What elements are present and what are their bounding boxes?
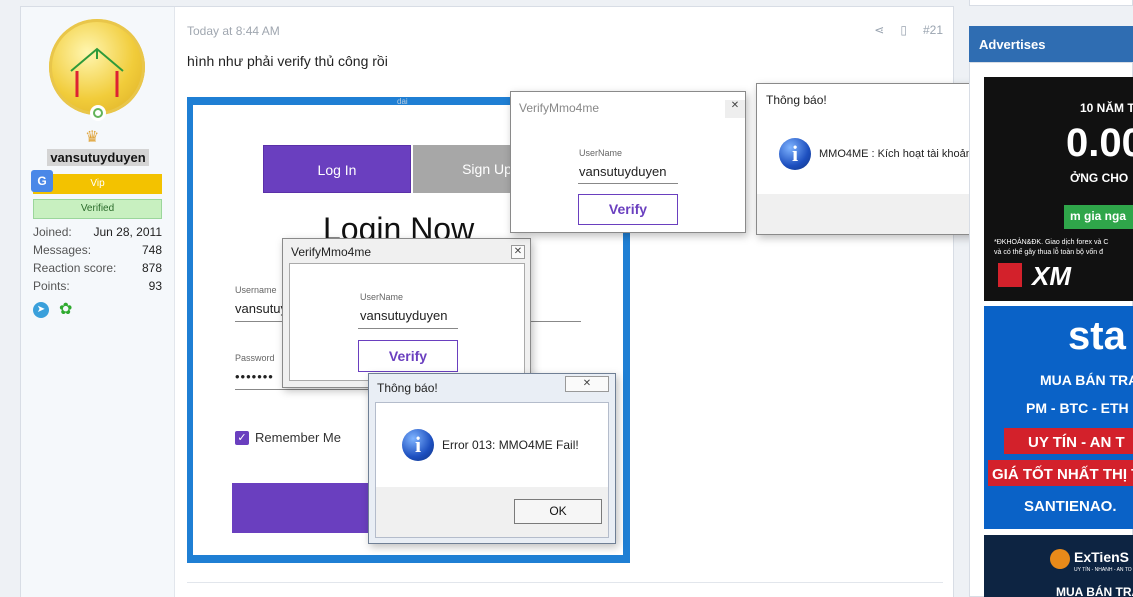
dialog-title: Thông báo! [766, 93, 827, 107]
username-label: Username [235, 285, 277, 295]
stat-value: 93 [148, 279, 162, 293]
checkbox-checked-icon: ✓ [235, 430, 249, 445]
bookmark-icon[interactable]: ▯ [900, 23, 907, 37]
icq-icon[interactable]: ✿ [59, 301, 77, 319]
ad-text: *ĐKHOẢN&ĐK. Giao dịch forex và C [994, 239, 1109, 246]
field-underline [578, 183, 678, 184]
message-text: hình như phải verify thủ công rồi [187, 53, 388, 69]
username-field-label: UserName [360, 292, 404, 302]
translate-icon[interactable]: G [31, 170, 53, 192]
ad-text: ỞNG CHO [1070, 171, 1129, 185]
ad-banner-santienao[interactable]: sta MUA BÁN TRA PM - BTC - ETH UY TÍN - … [984, 306, 1133, 529]
dialog-title: VerifyMmo4me [291, 245, 372, 259]
stat-points: Points: 93 [33, 277, 162, 295]
user-info-column: ♛ vansutuyduyen Vip G Verified Joined: Ju… [21, 7, 175, 597]
xm-logo-icon [998, 263, 1022, 287]
error-dialog: Thông báo! ✕ i Error 013: MMO4ME Fail! O… [368, 373, 616, 544]
avatar-house-icon [70, 47, 124, 97]
ad-banner-xm[interactable]: 10 NĂM TH 0.00 ỞNG CHO m gia nga *ĐKHOẢN… [984, 77, 1133, 301]
stat-reaction-score: Reaction score: 878 [33, 259, 162, 277]
crown-icon: ♛ [85, 129, 100, 146]
close-icon[interactable]: ✕ [511, 245, 525, 259]
user-stats: Joined: Jun 28, 2011 Messages: 748 Reactio… [33, 223, 162, 295]
message-actions: ⋖ ▯ #21 [874, 23, 943, 37]
stat-label: Reaction score: [33, 261, 117, 275]
username-field-label: UserName [579, 148, 623, 158]
ad-text: 0.00 [1066, 121, 1133, 165]
verify-dialog-small: VerifyMmo4me ✕ UserName vansutuyduyen Ve… [282, 238, 531, 388]
ad-banner-extiens[interactable]: ExTienS UY TÍN - NHANH - AN TO MUA BÁN T… [984, 535, 1133, 597]
stat-label: Messages: [33, 243, 92, 257]
ad-text: sta [1068, 314, 1126, 358]
stat-joined: Joined: Jun 28, 2011 [33, 223, 162, 241]
ad-brand: XM [1032, 261, 1071, 291]
stat-messages: Messages: 748 [33, 241, 162, 259]
share-icon[interactable]: ⋖ [874, 23, 884, 37]
ad-text: SANTIENAO. [1024, 498, 1117, 515]
verified-badge: Verified [33, 199, 162, 219]
ad-text: m gia nga [1070, 209, 1127, 223]
ad-text: MUA BÁN TRA [1040, 372, 1133, 388]
advertises-heading: Advertises [969, 26, 1133, 62]
dialog-body: UserName vansutuyduyen Verify [289, 263, 525, 381]
advertises-block: 10 NĂM TH 0.00 ỞNG CHO m gia nga *ĐKHOẢN… [969, 62, 1133, 597]
ok-button[interactable]: OK [514, 499, 602, 524]
error-message: Error 013: MMO4ME Fail! [442, 438, 579, 452]
post-number[interactable]: #21 [923, 23, 943, 37]
password-value: ••••••• [235, 369, 274, 384]
info-icon: i [779, 138, 811, 170]
dialog-title: Thông báo! [377, 381, 438, 395]
verify-button[interactable]: Verify [358, 340, 458, 372]
stat-value: 878 [141, 261, 162, 275]
avatar[interactable] [49, 19, 145, 115]
username-value: vansutuy [235, 301, 288, 316]
field-underline [358, 328, 458, 329]
ad-text: UY TÍN - AN T [1028, 434, 1125, 451]
info-icon: i [402, 429, 434, 461]
stat-label: Points: [33, 279, 70, 293]
online-status-icon [90, 105, 106, 121]
remember-label: Remember Me [255, 430, 341, 445]
verify-button[interactable]: Verify [578, 194, 678, 225]
ad-text: PM - BTC - ETH [1026, 400, 1129, 416]
username-field[interactable]: vansutuyduyen [579, 164, 666, 179]
post-timestamp[interactable]: Today at 8:44 AM [187, 24, 280, 38]
username-field[interactable]: vansutuyduyen [360, 308, 447, 323]
ad-brand: ExTienS [1074, 549, 1129, 565]
dialog-title: VerifyMmo4me [519, 101, 600, 115]
dialog-body: i Error 013: MMO4ME Fail! OK [375, 402, 609, 538]
social-links: ➤ ✿ [33, 301, 77, 319]
close-icon[interactable]: ✕ [565, 376, 609, 392]
password-label: Password [235, 353, 275, 363]
stat-value: Jun 28, 2011 [93, 225, 162, 239]
extiens-logo-icon [1050, 549, 1070, 569]
stat-value: 748 [141, 243, 162, 257]
ad-text: UY TÍN - NHANH - AN TO [1074, 567, 1132, 573]
ad-text: 10 NĂM TH [1080, 101, 1133, 115]
tab-login: Log In [263, 145, 411, 193]
ad-text: GIÁ TỐT NHẤT THỊ T [992, 466, 1133, 483]
username[interactable]: vansutuyduyen [47, 149, 149, 166]
message-header: Today at 8:44 AM ⋖ ▯ #21 [187, 23, 943, 41]
sidebar-top-block [969, 0, 1133, 6]
remember-me: ✓ Remember Me [235, 430, 341, 445]
message-footer-divider [187, 582, 943, 583]
telegram-icon[interactable]: ➤ [33, 302, 49, 318]
close-icon[interactable]: ✕ [725, 100, 745, 118]
stat-label: Joined: [33, 225, 72, 239]
ad-text: và có thể gây thua lỗ toàn bộ vốn đ [994, 249, 1103, 256]
ad-text: MUA BÁN TRAO [1056, 585, 1133, 597]
verify-dialog-top: VerifyMmo4me ✕ UserName vansutuyduyen Ve… [510, 91, 746, 233]
